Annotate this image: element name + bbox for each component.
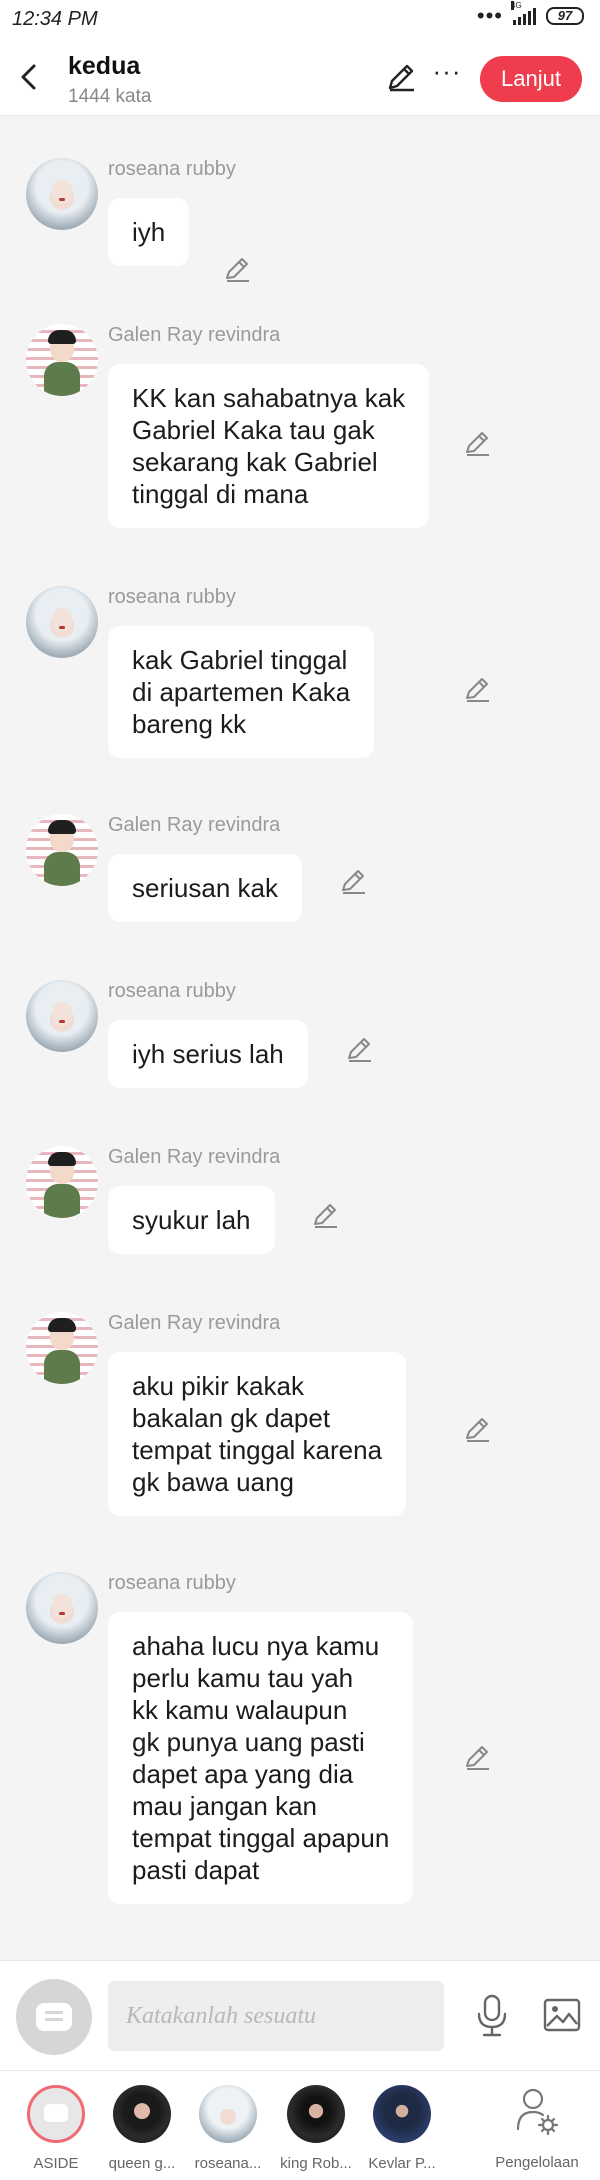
message-bubble[interactable]: kak Gabriel tinggal di apartemen Kaka ba… [108, 626, 375, 758]
edit-message-icon[interactable] [462, 1414, 492, 1444]
message-bubble[interactable]: KK kan sahabatnya kak Gabriel Kaka tau g… [108, 364, 430, 528]
sender-name: Galen Ray revindra [108, 324, 281, 346]
character-name: king Rob... [280, 2155, 352, 2172]
avatar[interactable] [26, 158, 98, 230]
sender-name: roseana rubby [108, 980, 236, 1002]
sender-name: Galen Ray revindra [108, 814, 281, 836]
avatar [113, 2085, 171, 2143]
more-options-button[interactable]: ··· [430, 58, 464, 94]
character-name: roseana... [194, 2155, 262, 2172]
character-aside[interactable]: ASIDE [14, 2085, 98, 2172]
status-time: 12:34 PM [12, 8, 98, 30]
status-bar: 12:34 PM ••• 4G 97 [0, 0, 600, 44]
signal-icon: 4G [511, 1, 536, 25]
microphone-icon[interactable] [474, 1993, 510, 2039]
character-roseana[interactable]: roseana... [186, 2085, 270, 2172]
chat-bubble-icon [27, 2085, 85, 2143]
sender-name: roseana rubby [108, 586, 236, 608]
avatar[interactable] [26, 980, 98, 1052]
next-button[interactable]: Lanjut [480, 56, 582, 102]
sender-name: Galen Ray revindra [108, 1312, 281, 1334]
avatar [199, 2085, 257, 2143]
sender-name: roseana rubby [108, 158, 236, 180]
chat-bubble-icon [36, 2003, 72, 2031]
manage-characters-button[interactable]: Pengelolaan [482, 2085, 592, 2171]
image-icon[interactable] [542, 1995, 582, 2035]
avatar[interactable] [26, 1572, 98, 1644]
status-indicators: ••• 4G 97 [476, 1, 584, 28]
edit-message-icon[interactable] [462, 674, 492, 704]
message-bubble[interactable]: ahaha lucu nya kamu perlu kamu tau yah k… [108, 1612, 414, 1904]
message-input[interactable] [108, 1981, 444, 2051]
message-bubble[interactable]: syukur lah [108, 1186, 275, 1254]
chat-list[interactable]: roseana rubby iyh Galen Ray revindra KK … [0, 116, 600, 1960]
chat-header: kedua 1444 kata ··· Lanjut [0, 44, 600, 116]
edit-message-icon[interactable] [310, 1200, 340, 1230]
edit-title-icon[interactable] [384, 60, 418, 94]
network-type: 4G [511, 1, 522, 10]
sender-name: roseana rubby [108, 1572, 236, 1594]
avatar[interactable] [26, 1312, 98, 1384]
manage-characters-icon [516, 2088, 559, 2136]
back-button[interactable] [12, 60, 46, 94]
character-king[interactable]: king Rob... [274, 2085, 358, 2172]
chat-mode-button[interactable] [16, 1979, 92, 2055]
manage-label: Pengelolaan [495, 2154, 579, 2171]
character-bar: ASIDE queen g... roseana... king Rob... … [0, 2070, 600, 2180]
edit-message-icon[interactable] [222, 254, 252, 284]
avatar[interactable] [26, 324, 98, 396]
character-name: Kevlar P... [368, 2155, 436, 2172]
avatar [373, 2085, 431, 2143]
message-bubble[interactable]: iyh serius lah [108, 1020, 308, 1088]
message-bubble[interactable]: aku pikir kakak bakalan gk dapet tempat … [108, 1352, 407, 1516]
edit-message-icon[interactable] [338, 866, 368, 896]
character-kevlar[interactable]: Kevlar P... [360, 2085, 444, 2172]
message-bubble[interactable]: iyh [108, 198, 190, 266]
edit-message-icon[interactable] [462, 428, 492, 458]
message-composer [0, 1960, 600, 2070]
avatar [287, 2085, 345, 2143]
edit-message-icon[interactable] [344, 1034, 374, 1064]
page-title: kedua [68, 52, 141, 80]
avatar[interactable] [26, 586, 98, 658]
edit-message-icon[interactable] [462, 1742, 492, 1772]
sender-name: Galen Ray revindra [108, 1146, 281, 1168]
battery-icon: 97 [546, 7, 584, 25]
avatar[interactable] [26, 1146, 98, 1218]
avatar[interactable] [26, 814, 98, 886]
character-name: ASIDE [33, 2155, 79, 2172]
character-name: queen g... [108, 2155, 176, 2172]
message-bubble[interactable]: seriusan kak [108, 854, 302, 922]
character-queen[interactable]: queen g... [100, 2085, 184, 2172]
word-count: 1444 kata [68, 86, 152, 107]
more-notifications-icon: ••• [476, 3, 503, 28]
